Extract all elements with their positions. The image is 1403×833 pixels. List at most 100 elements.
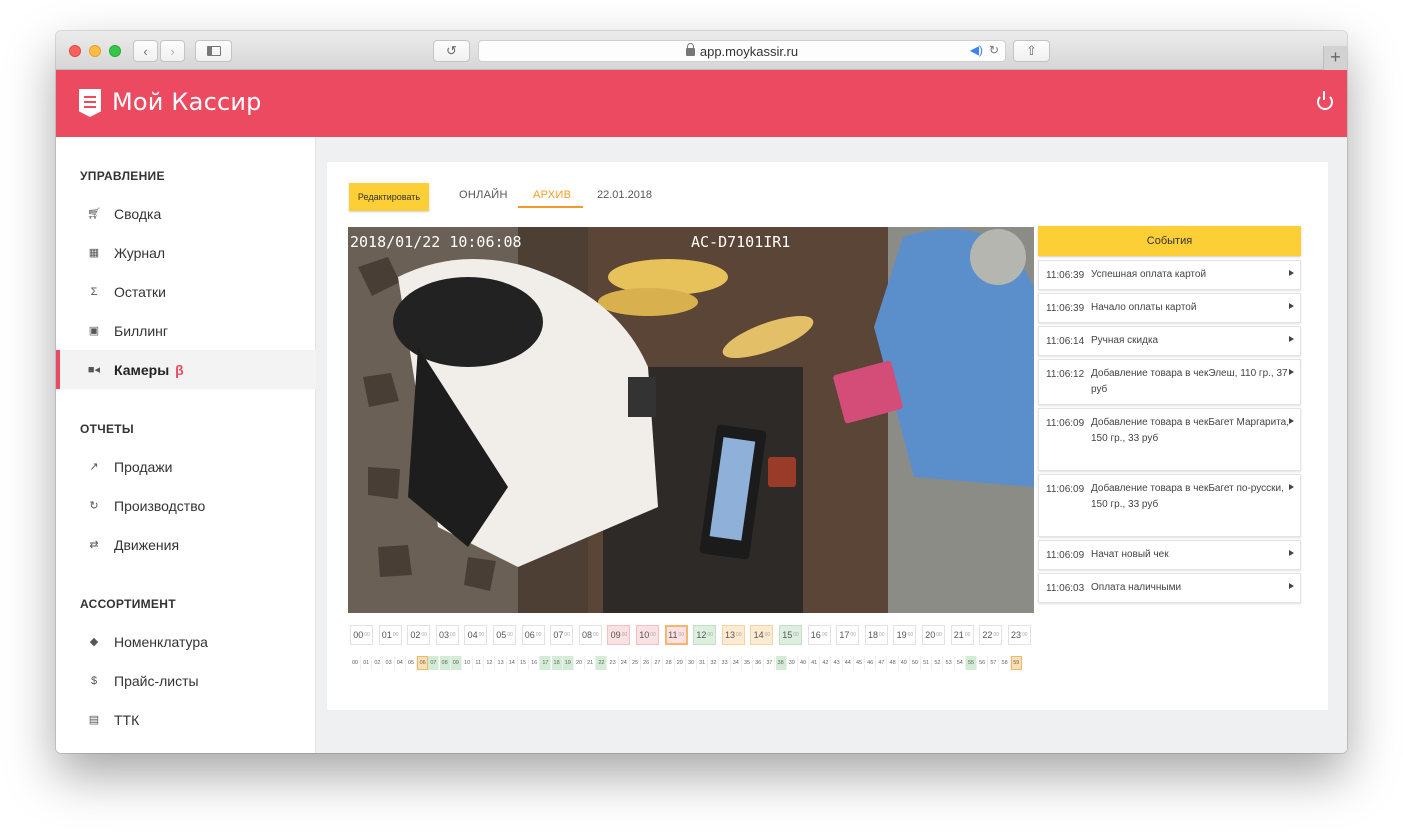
minute-cell[interactable]: 13 (496, 656, 507, 670)
event-item[interactable]: 11:06:14 Ручная скидка (1038, 326, 1301, 356)
forward-button[interactable]: › (160, 40, 185, 62)
minute-cell[interactable]: 16 (529, 656, 541, 670)
minute-cell[interactable]: 03 (384, 656, 395, 670)
minute-cell[interactable]: 26 (641, 656, 653, 670)
sidebar-item-cameras[interactable]: ■◂ Камеры β (56, 350, 316, 389)
minute-cell[interactable]: 06 (417, 656, 429, 670)
archive-date[interactable]: 22.01.2018 (597, 189, 652, 201)
hour-cell[interactable]: 07 00 (550, 625, 574, 645)
minute-cell[interactable]: 38 (775, 656, 787, 670)
minute-cell[interactable]: 31 (697, 656, 709, 670)
sidebar-item-nomenclature[interactable]: ◆ Номенклатура (56, 622, 316, 661)
minute-cell[interactable]: 07 (428, 656, 440, 670)
event-item[interactable]: 11:06:09 Начат новый чек (1038, 540, 1301, 570)
edit-button[interactable]: Редактировать (349, 183, 429, 211)
hour-cell[interactable]: 23 00 (1007, 625, 1031, 645)
minute-cell[interactable]: 02 (372, 656, 384, 670)
hour-cell[interactable]: 17 00 (836, 625, 860, 645)
minute-cell[interactable]: 33 (720, 656, 731, 670)
hour-cell[interactable]: 21 00 (950, 625, 974, 645)
hour-cell[interactable]: 13 00 (721, 625, 745, 645)
minimize-window-button[interactable] (89, 45, 101, 57)
minute-cell[interactable]: 47 (876, 656, 888, 670)
minute-cell[interactable]: 20 (574, 656, 585, 670)
minute-cell[interactable]: 58 (1000, 656, 1011, 670)
minute-cell[interactable]: 49 (899, 656, 910, 670)
reload-page-button[interactable]: ↺ (433, 40, 470, 62)
minute-cell[interactable]: 52 (932, 656, 944, 670)
hour-cell[interactable]: 20 00 (922, 625, 945, 645)
sidebar-item-journal[interactable]: ▦ Журнал (56, 233, 316, 272)
tab-archive[interactable]: АРХИВ (533, 189, 571, 201)
refresh-icon[interactable]: ↻ (989, 43, 999, 57)
sidebar-item-billing[interactable]: ▣ Биллинг (56, 311, 316, 350)
hour-cell[interactable]: 03 00 (435, 625, 459, 645)
sidebar-item-summary[interactable]: 🛒︎ Сводка (56, 194, 316, 233)
minute-cell[interactable]: 36 (753, 656, 765, 670)
hour-cell[interactable]: 09 00 (607, 625, 631, 645)
minute-cell[interactable]: 10 (462, 656, 473, 670)
minute-cell[interactable]: 00 (350, 656, 361, 670)
tab-online[interactable]: ОНЛАЙН (459, 189, 508, 201)
event-item[interactable]: 11:06:39 Успешная оплата картой (1038, 260, 1301, 290)
minute-cell[interactable]: 44 (843, 656, 854, 670)
minute-cell[interactable]: 01 (361, 656, 373, 670)
event-item[interactable]: 11:06:09 Добавление товара в чекБагет Мар… (1038, 408, 1301, 471)
hour-cell[interactable]: 19 00 (893, 625, 917, 645)
minute-cell[interactable]: 48 (888, 656, 899, 670)
minute-cell[interactable]: 27 (652, 656, 664, 670)
minute-cell[interactable]: 08 (439, 656, 451, 670)
minute-cell[interactable]: 21 (585, 656, 597, 670)
minute-cell[interactable]: 12 (484, 656, 496, 670)
minute-cell[interactable]: 17 (540, 656, 552, 670)
hour-cell[interactable]: 08 00 (578, 625, 602, 645)
minute-cell[interactable]: 11 (473, 656, 485, 670)
minute-cell[interactable]: 41 (809, 656, 821, 670)
minute-cell[interactable]: 23 (608, 656, 619, 670)
hour-cell[interactable]: 01 00 (378, 625, 402, 645)
minute-cell[interactable]: 59 (1010, 656, 1022, 670)
hour-cell[interactable]: 10 00 (636, 625, 659, 645)
hour-cell[interactable]: 05 00 (493, 625, 516, 645)
hour-cell[interactable]: 06 00 (521, 625, 545, 645)
minute-cell[interactable]: 32 (708, 656, 720, 670)
sidebar-item-ttk[interactable]: ▤ ТТК (56, 700, 316, 739)
minute-cell[interactable]: 14 (507, 656, 518, 670)
minute-cell[interactable]: 53 (944, 656, 955, 670)
minute-cell[interactable]: 40 (798, 656, 809, 670)
speaker-icon[interactable]: ◀) (970, 43, 983, 57)
event-item[interactable]: 11:06:09 Добавление товара в чекБагет по-… (1038, 474, 1301, 537)
hour-cell[interactable]: 15 00 (779, 625, 802, 645)
minute-cell[interactable]: 24 (619, 656, 630, 670)
hour-cell[interactable]: 14 00 (750, 625, 774, 645)
hour-cell[interactable]: 04 00 (464, 625, 488, 645)
power-icon[interactable] (1317, 91, 1333, 110)
hour-cell[interactable]: 11 00 (664, 625, 688, 645)
sidebar-toggle-button[interactable] (195, 40, 232, 62)
minute-cell[interactable]: 05 (406, 656, 417, 670)
minute-cell[interactable]: 29 (675, 656, 686, 670)
sidebar-item-production[interactable]: ↻ Производство (56, 486, 316, 525)
address-bar[interactable]: app.moykassir.ru ◀) ↻ (478, 40, 1006, 62)
hour-cell[interactable]: 18 00 (864, 625, 888, 645)
sidebar-item-price-lists[interactable]: $ Прайс-листы (56, 661, 316, 700)
hour-cell[interactable]: 16 00 (807, 625, 831, 645)
minute-cell[interactable]: 39 (787, 656, 798, 670)
minute-cell[interactable]: 37 (764, 656, 776, 670)
back-button[interactable]: ‹ (133, 40, 158, 62)
minute-cell[interactable]: 04 (395, 656, 406, 670)
minute-cell[interactable]: 46 (865, 656, 877, 670)
hour-cell[interactable]: 00 00 (350, 625, 373, 645)
minute-cell[interactable]: 43 (832, 656, 843, 670)
minute-cell[interactable]: 25 (630, 656, 641, 670)
minute-cell[interactable]: 28 (664, 656, 675, 670)
new-tab-button[interactable]: + (1323, 46, 1347, 70)
minute-cell[interactable]: 57 (988, 656, 1000, 670)
minute-cell[interactable]: 15 (518, 656, 529, 670)
share-button[interactable]: ⇧ (1013, 40, 1050, 62)
minute-cell[interactable]: 45 (854, 656, 865, 670)
sidebar-item-sales[interactable]: ↗ Продажи (56, 447, 316, 486)
hour-cell[interactable]: 02 00 (407, 625, 431, 645)
hour-cell[interactable]: 12 00 (693, 625, 717, 645)
minute-cell[interactable]: 19 (562, 656, 574, 670)
